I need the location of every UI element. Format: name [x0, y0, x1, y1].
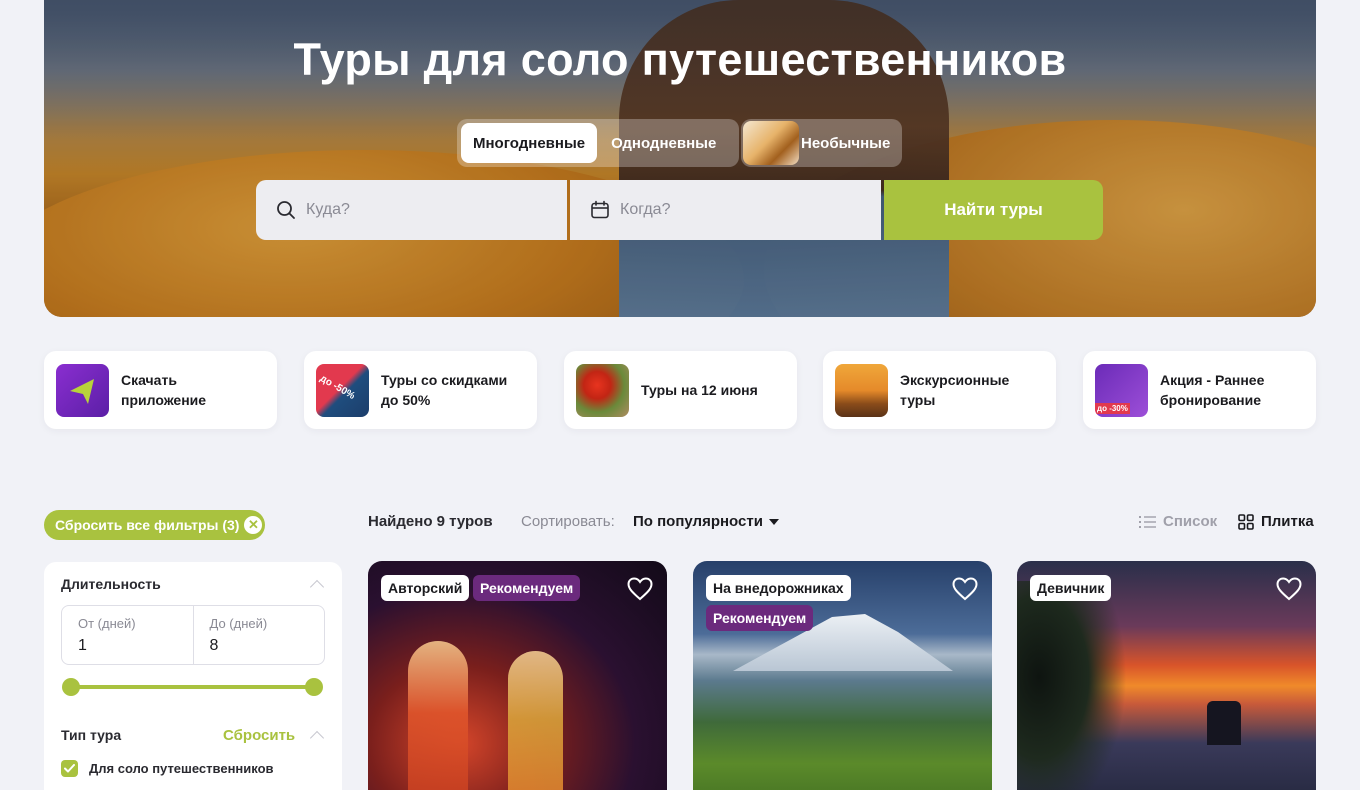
discount-badge: до -50%	[317, 372, 357, 402]
tour-tag-recommended: Рекомендуем	[473, 575, 581, 601]
duration-from-value: 1	[78, 637, 87, 654]
collapse-tour-type-icon[interactable]	[309, 730, 325, 746]
favorite-heart-icon[interactable]	[952, 577, 978, 601]
reset-all-label: Сбросить все фильтры (3)	[55, 517, 240, 533]
view-tile-toggle[interactable]: Плитка	[1238, 513, 1314, 530]
duration-to-value: 8	[209, 637, 219, 654]
calendar-icon	[591, 200, 609, 219]
dancer-figure	[408, 641, 468, 790]
favorite-heart-icon[interactable]	[1276, 577, 1302, 601]
sort-label: Сортировать:	[521, 513, 615, 530]
destination-search-field[interactable]: Куда?	[256, 180, 567, 240]
tour-type-tabs: Многодневные Однодневные	[457, 119, 739, 167]
app-logo-icon	[56, 363, 109, 417]
tour-tag-recommended: Рекомендуем	[706, 605, 814, 631]
quick-link-discounts[interactable]: до -50% Туры со скидками до 50%	[304, 351, 537, 429]
tour-card[interactable]: Авторский Рекомендуем	[368, 561, 667, 790]
tour-tag: На внедорожниках	[706, 575, 851, 601]
filters-sidebar: Длительность От (дней) 1 До (дней) 8 Тип…	[44, 562, 342, 790]
find-tours-button[interactable]: Найти туры	[884, 180, 1103, 240]
reset-all-filters-button[interactable]: Сбросить все фильтры (3) ✕	[44, 510, 265, 540]
duration-title: Длительность	[61, 576, 161, 592]
date-picker-field[interactable]: Когда?	[570, 180, 881, 240]
duration-to-label: До (дней)	[209, 616, 268, 631]
sort-dropdown[interactable]: По популярности	[633, 513, 779, 530]
duration-slider-max-handle[interactable]	[305, 678, 323, 696]
date-placeholder: Когда?	[620, 201, 671, 218]
tab-unusual[interactable]: Необычные	[741, 119, 902, 167]
solo-travelers-label: Для соло путешественников	[89, 761, 274, 776]
quick-link-excursions[interactable]: Экскурсионные туры	[823, 351, 1056, 429]
solo-travelers-checkbox[interactable]: Для соло путешественников	[61, 760, 274, 777]
view-list-toggle[interactable]: Список	[1139, 513, 1217, 530]
tour-tag: Девичник	[1030, 575, 1112, 601]
duration-range-inputs: От (дней) 1 До (дней) 8	[61, 605, 325, 665]
favorite-heart-icon[interactable]	[627, 577, 653, 601]
search-icon	[277, 201, 295, 219]
quick-link-label: Акция - Раннее бронирование	[1160, 372, 1265, 408]
tab-unusual-label: Необычные	[801, 134, 891, 152]
duration-to-field[interactable]: До (дней) 8	[192, 606, 325, 664]
horse-rider-silhouette	[1207, 701, 1241, 745]
quick-link-label: Туры со скидками до 50%	[381, 372, 508, 408]
tour-card[interactable]: Девичник	[1017, 561, 1316, 790]
quick-link-june-12[interactable]: Туры на 12 июня	[564, 351, 797, 429]
destination-placeholder: Куда?	[306, 201, 350, 218]
view-list-label: Список	[1163, 513, 1218, 530]
tab-multiday[interactable]: Многодневные	[461, 123, 598, 163]
tour-tag: Авторский	[381, 575, 470, 601]
quick-link-download-app[interactable]: Скачать приложение	[44, 351, 277, 429]
early-booking-image: до -30%	[1095, 363, 1148, 417]
early-booking-badge: до -30%	[1095, 402, 1130, 414]
tour-type-title: Тип тура	[61, 727, 122, 743]
view-tile-label: Плитка	[1261, 513, 1314, 530]
unusual-thumbnail	[743, 121, 799, 165]
collapse-duration-icon[interactable]	[309, 579, 325, 595]
camel-caravan-image	[835, 363, 888, 417]
close-icon: ✕	[244, 516, 263, 534]
grid-icon	[1238, 513, 1254, 530]
quick-link-label: Скачать приложение	[121, 372, 207, 408]
quick-link-label: Туры на 12 июня	[641, 382, 758, 398]
duration-slider-track[interactable]	[71, 685, 314, 689]
chevron-down-icon	[768, 518, 779, 525]
results-count: Найдено 9 туров	[368, 513, 493, 530]
page-title: Туры для соло путешественников	[293, 34, 1067, 85]
tour-card[interactable]: На внедорожниках Рекомендуем	[693, 561, 992, 790]
duration-from-label: От (дней)	[78, 616, 136, 631]
checkbox-checked-icon	[61, 760, 78, 777]
dancer-figure	[508, 651, 563, 790]
tab-oneday[interactable]: Однодневные	[599, 123, 728, 163]
sort-value: По популярности	[633, 513, 763, 530]
tour-type-reset-link[interactable]: Сбросить	[223, 727, 295, 744]
duration-from-field[interactable]: От (дней) 1	[62, 606, 193, 664]
poppy-flowers-image	[576, 363, 629, 417]
duration-slider-min-handle[interactable]	[62, 678, 80, 696]
quick-link-early-booking[interactable]: до -30% Акция - Раннее бронирование	[1083, 351, 1316, 429]
discount-image: до -50%	[316, 363, 369, 417]
list-icon	[1139, 515, 1156, 528]
quick-link-label: Экскурсионные туры	[900, 372, 1010, 408]
palm-silhouette	[1017, 581, 1127, 790]
